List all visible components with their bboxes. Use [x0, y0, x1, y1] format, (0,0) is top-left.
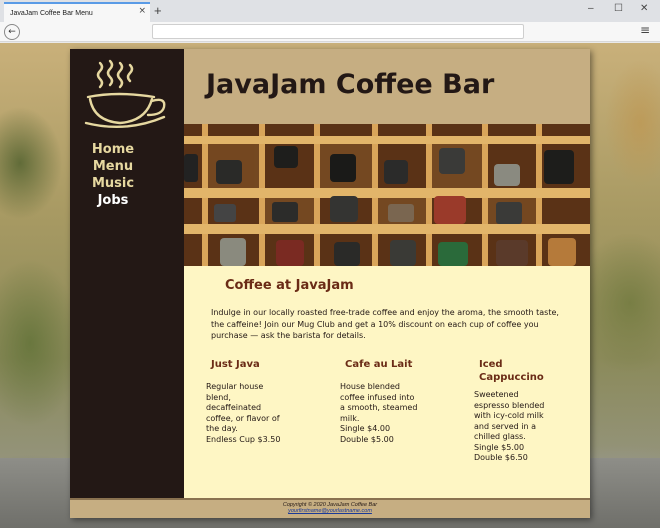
description-line: Endless Cup $3.50 [206, 434, 281, 444]
browser-menu-icon[interactable]: ≡ [640, 23, 650, 37]
description-line: decaffeinated [206, 403, 262, 412]
description-line: espresso blended [474, 400, 545, 410]
description-line: Single $4.00 [340, 424, 391, 433]
description-line: a smooth, steamed [340, 403, 418, 412]
description-line: coffee, or flavor of [206, 413, 280, 423]
minimize-button[interactable]: – [588, 3, 594, 14]
description-line: Double $6.50 [474, 453, 528, 462]
description-line: milk. [340, 413, 360, 423]
page-header: JavaJam Coffee Bar [184, 49, 590, 124]
nav-link-home[interactable]: Home [70, 141, 156, 158]
maximize-button[interactable]: ☐ [614, 3, 623, 14]
description-line: with icy-cold milk [474, 411, 544, 420]
page-viewport: Home Menu Music Jobs JavaJam Coffee Bar [0, 43, 660, 528]
page-footer: Copyright © 2020 JavaJam Coffee Bar your… [70, 498, 590, 518]
browser-toolbar: ← ≡ [0, 22, 660, 42]
description-line: Double $5.00 [340, 434, 394, 444]
browser-tab[interactable]: JavaJam Coffee Bar Menu × [4, 2, 150, 22]
menu-item-description: Regular house blend, decaffeinated coffe… [206, 382, 306, 445]
coffee-cup-logo-icon [84, 59, 166, 129]
menu-item-just-java: Just Java Regular house blend, decaffein… [206, 358, 306, 445]
nav-link-menu[interactable]: Menu [70, 158, 156, 175]
menu-item-title: Just Java [211, 359, 260, 370]
sidebar: Home Menu Music Jobs [70, 49, 184, 498]
description-line: Single $5.00 [474, 442, 525, 452]
menu-item-iced-cappuccino: Iced Cappuccino Sweetened espresso blend… [474, 358, 564, 464]
mug-shelves-image [184, 124, 590, 266]
back-button[interactable]: ← [4, 24, 20, 40]
description-line: chilled glass. [474, 432, 526, 441]
nav-link-jobs[interactable]: Jobs [70, 192, 156, 209]
description-line: Regular house [206, 382, 264, 391]
description-line: and served in a [474, 421, 536, 431]
hero-image-mug-shelves [184, 124, 590, 266]
menu-item-description: Sweetened espresso blended with icy-cold… [474, 390, 564, 464]
new-tab-button[interactable]: + [154, 3, 162, 18]
main-nav: Home Menu Music Jobs [70, 141, 156, 209]
tab-title: JavaJam Coffee Bar Menu [10, 9, 93, 17]
address-bar[interactable] [152, 24, 524, 39]
menu-item-title: Cafe au Lait [345, 359, 413, 370]
tab-close-icon[interactable]: × [138, 6, 146, 16]
page-container: Home Menu Music Jobs JavaJam Coffee Bar [70, 49, 590, 518]
menu-item-description: House blended coffee infused into a smoo… [340, 382, 440, 445]
nav-link-music[interactable]: Music [70, 175, 156, 192]
description-line: the day. [206, 424, 238, 433]
menu-item-cafe-au-lait: Cafe au Lait House blended coffee infuse… [340, 358, 440, 445]
intro-paragraph: Indulge in our locally roasted free-trad… [211, 308, 559, 340]
main-content: Coffee at JavaJam Indulge in our locally… [184, 266, 590, 498]
description-line: coffee infused into [340, 392, 415, 402]
description-line: Sweetened [474, 390, 519, 399]
tab-bar: JavaJam Coffee Bar Menu × + – ☐ ✕ [0, 0, 660, 22]
menu-item-title: Iced Cappuccino [479, 359, 544, 383]
description-line: House blended [340, 382, 400, 391]
email-link[interactable]: yourfirstname@yourlastname.com [70, 508, 590, 514]
site-title: JavaJam Coffee Bar [206, 69, 495, 100]
content-heading: Coffee at JavaJam [225, 278, 354, 293]
window-close-button[interactable]: ✕ [640, 3, 648, 14]
description-line: blend, [206, 392, 231, 402]
